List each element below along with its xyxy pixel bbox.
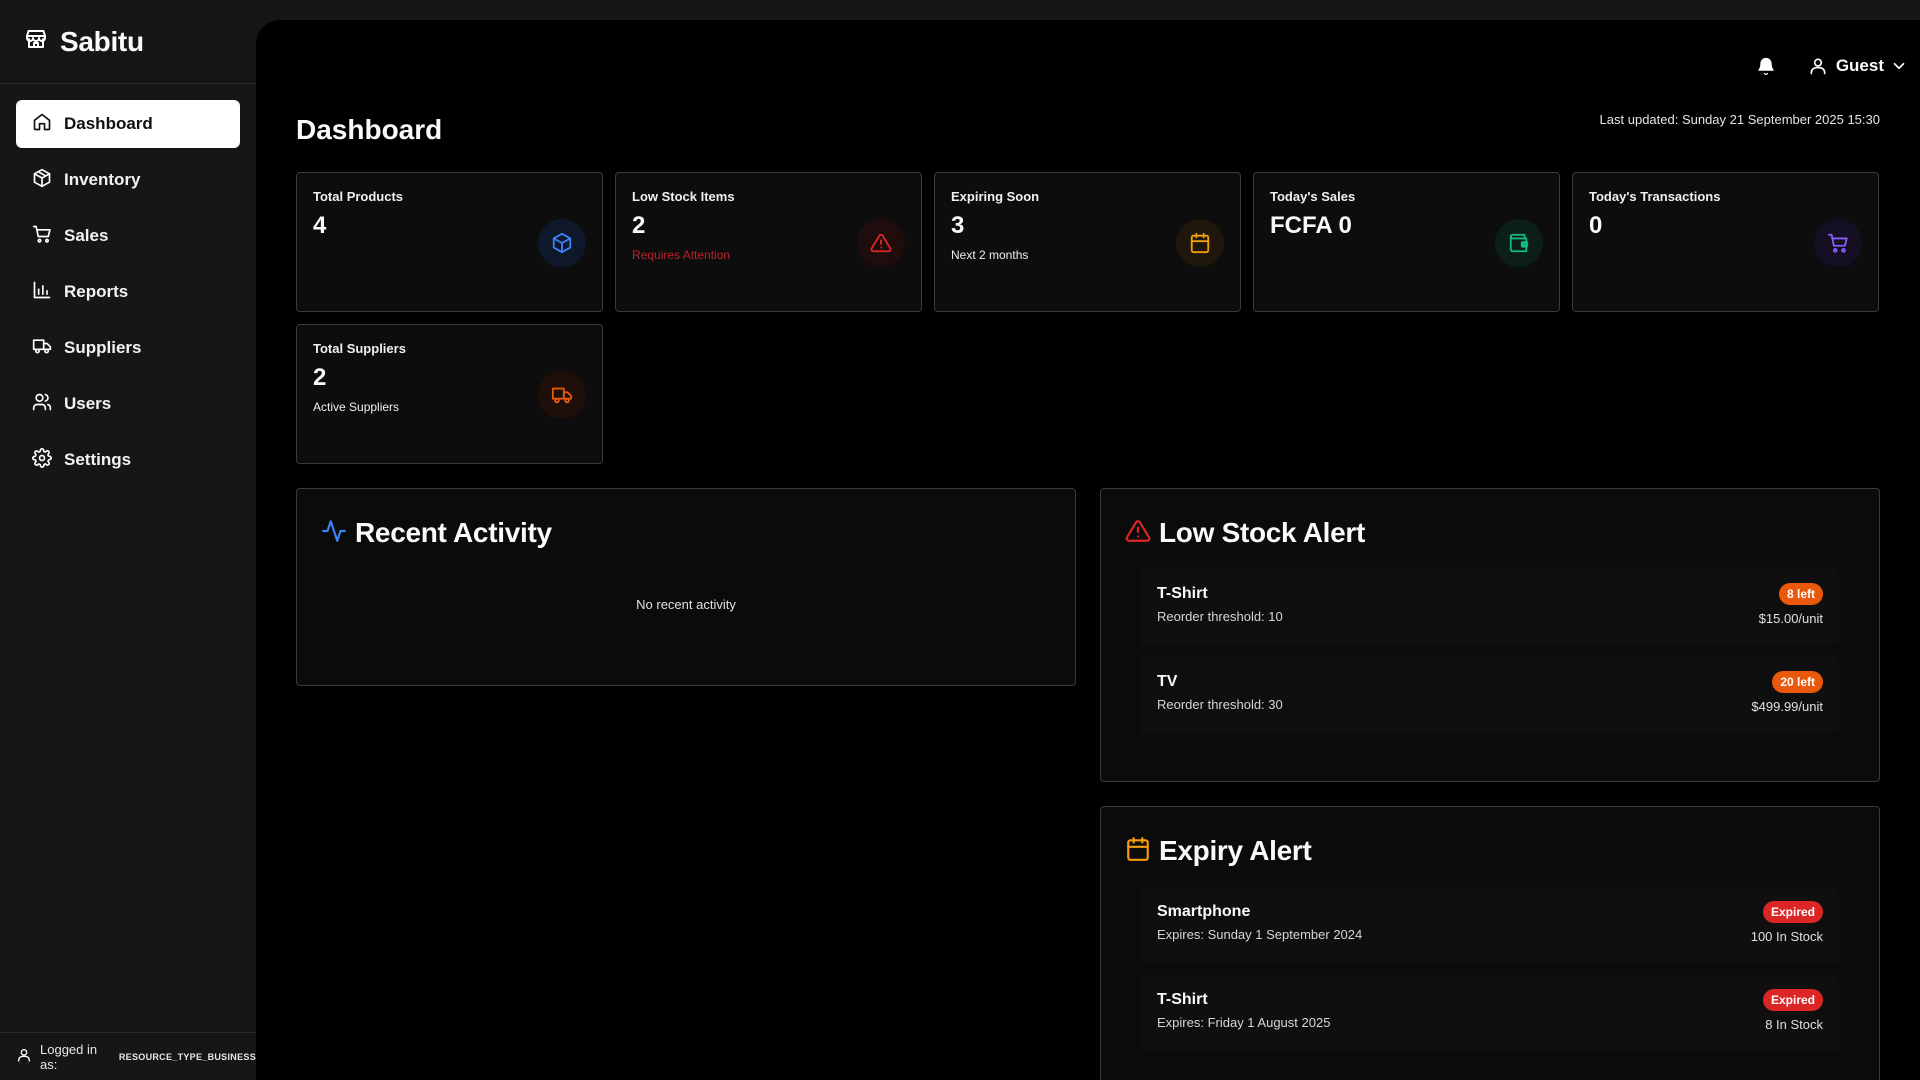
sidebar: Sabitu Dashboard Inventory Sales Reports (0, 0, 256, 1080)
expiry-alert-panel: Expiry Alert Smartphone Expires: Sunday … (1100, 806, 1880, 1080)
alert-triangle-icon (857, 219, 905, 267)
alert-triangle-icon (1125, 518, 1151, 549)
sidebar-item-suppliers[interactable]: Suppliers (16, 324, 240, 372)
sidebar-item-label: Settings (64, 450, 132, 469)
sidebar-item-inventory[interactable]: Inventory (16, 156, 240, 204)
brand[interactable]: Sabitu (0, 0, 256, 84)
sidebar-nav: Dashboard Inventory Sales Reports Suppli… (0, 84, 256, 508)
panel-header: Expiry Alert (1125, 835, 1312, 867)
calendar-icon (1176, 219, 1224, 267)
sidebar-item-reports[interactable]: Reports (16, 268, 240, 316)
user-icon (16, 1047, 32, 1066)
home-icon (32, 112, 52, 137)
wallet-icon (1495, 219, 1543, 267)
item-stock: 8 In Stock (1765, 1017, 1823, 1032)
logged-in-value: RESOURCE_TYPE_BUSINESS (118, 1051, 256, 1062)
panel-title: Low Stock Alert (1159, 517, 1366, 548)
main-content: Guest Dashboard Last updated: Sunday 21 … (256, 20, 1920, 1080)
item-name: Smartphone (1157, 903, 1251, 920)
stock-badge: 8 left (1778, 583, 1823, 605)
logged-in-label: Logged in as: (40, 1041, 98, 1072)
box-icon (538, 219, 586, 267)
stat-card-low-stock[interactable]: Low Stock Items 2 Requires Attention (615, 172, 922, 312)
sidebar-item-users[interactable]: Users (16, 380, 240, 428)
stat-title: Low Stock Items (632, 189, 735, 204)
last-updated: Last updated: Sunday 21 September 2025 1… (1599, 112, 1880, 127)
item-name: T-Shirt (1157, 585, 1208, 602)
sidebar-item-sales[interactable]: Sales (16, 212, 240, 260)
low-stock-alert-panel: Low Stock Alert T-Shirt Reorder threshol… (1100, 488, 1880, 782)
item-price: $499.99/unit (1751, 699, 1823, 714)
truck-icon (32, 336, 52, 361)
item-detail: Reorder threshold: 10 (1157, 609, 1283, 624)
user-menu-button[interactable]: Guest (1808, 56, 1908, 76)
stat-title: Today's Sales (1270, 189, 1356, 204)
stat-title: Total Products (313, 189, 404, 204)
logged-in-info: Logged in as: RESOURCE_TYPE_BUSINESS (0, 1032, 256, 1080)
gear-icon (32, 447, 52, 473)
sidebar-item-label: Inventory (64, 170, 141, 189)
sidebar-item-label: Suppliers (64, 338, 142, 357)
expired-badge: Expired (1762, 901, 1823, 923)
cart-icon (32, 224, 52, 249)
panel-title: Recent Activity (355, 517, 552, 548)
user-name: Guest (1835, 56, 1884, 75)
item-name: TV (1157, 673, 1178, 690)
cart-icon (1814, 219, 1862, 267)
stat-title: Expiring Soon (951, 189, 1040, 204)
store-icon (24, 27, 48, 56)
stat-card-todays-sales[interactable]: Today's Sales FCFA 0 (1253, 172, 1560, 312)
bell-icon[interactable] (1756, 56, 1776, 76)
item-detail: Expires: Sunday 1 September 2024 (1157, 927, 1363, 942)
list-item[interactable]: Smartphone Expires: Sunday 1 September 2… (1141, 887, 1839, 963)
panel-title: Expiry Alert (1159, 835, 1312, 866)
sidebar-item-label: Sales (64, 226, 109, 245)
stat-title: Total Suppliers (313, 341, 406, 356)
package-icon (32, 168, 52, 193)
chevron-down-icon (1893, 62, 1905, 70)
stat-title: Today's Transactions (1589, 189, 1721, 204)
truck-icon (538, 371, 586, 419)
sidebar-item-label: Dashboard (64, 114, 153, 133)
stat-card-expiring-soon[interactable]: Expiring Soon 3 Next 2 months (934, 172, 1241, 312)
panel-header: Low Stock Alert (1125, 517, 1365, 549)
list-item[interactable]: TV Reorder threshold: 30 20 left $499.99… (1141, 657, 1839, 733)
activity-icon (321, 518, 347, 549)
bar-chart-icon (32, 280, 52, 305)
list-item[interactable]: T-Shirt Expires: Friday 1 August 2025 Ex… (1141, 975, 1839, 1051)
sidebar-item-label: Users (64, 394, 112, 413)
item-detail: Expires: Friday 1 August 2025 (1157, 1015, 1331, 1030)
topbar: Guest (1756, 34, 1908, 98)
item-detail: Reorder threshold: 30 (1157, 697, 1283, 712)
calendar-icon (1125, 836, 1151, 867)
item-name: T-Shirt (1157, 991, 1208, 1008)
sidebar-item-dashboard[interactable]: Dashboard (16, 100, 240, 148)
brand-name: Sabitu (60, 25, 144, 57)
expired-badge: Expired (1762, 989, 1823, 1011)
user-icon (1810, 58, 1826, 75)
stat-card-total-products[interactable]: Total Products 4 (296, 172, 603, 312)
sidebar-item-settings[interactable]: Settings (16, 436, 240, 484)
stat-card-todays-transactions[interactable]: Today's Transactions 0 (1572, 172, 1879, 312)
empty-state: No recent activity (636, 597, 736, 612)
stat-card-total-suppliers[interactable]: Total Suppliers 2 Active Suppliers (296, 324, 603, 464)
sidebar-item-label: Reports (64, 282, 129, 301)
item-stock: 100 In Stock (1750, 929, 1823, 944)
list-item[interactable]: T-Shirt Reorder threshold: 10 8 left $15… (1141, 569, 1839, 645)
stock-badge: 20 left (1772, 671, 1823, 693)
item-price: $15.00/unit (1758, 611, 1823, 626)
users-icon (32, 392, 52, 417)
page-title: Dashboard (296, 114, 443, 145)
panel-header: Recent Activity (321, 517, 552, 549)
recent-activity-panel: Recent Activity No recent activity (296, 488, 1076, 686)
